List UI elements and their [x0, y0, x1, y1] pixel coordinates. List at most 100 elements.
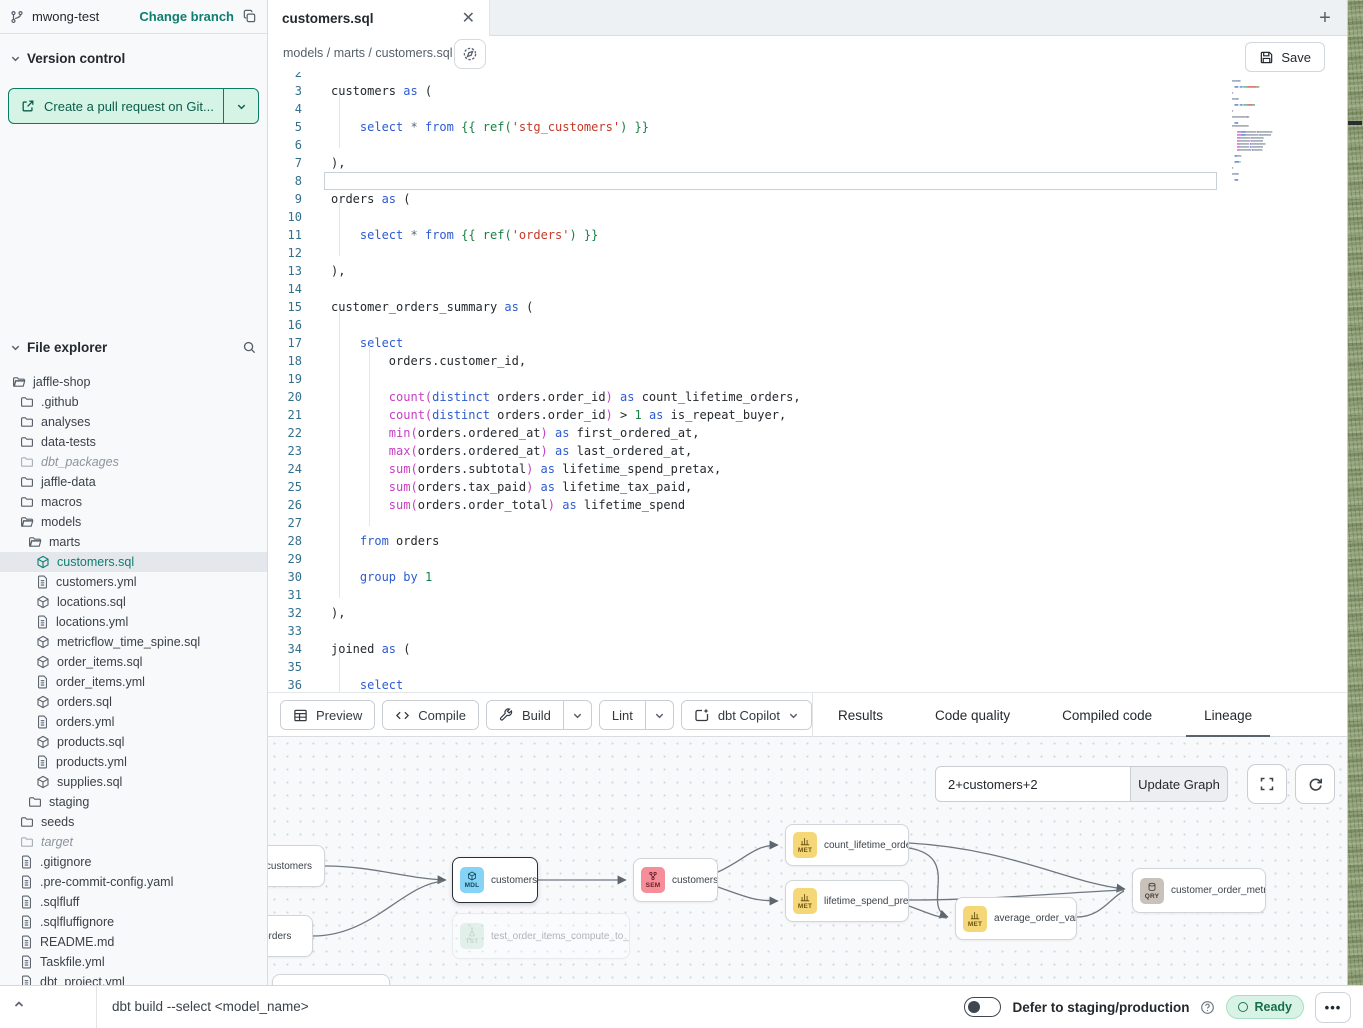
code-line-28[interactable]: 28 from orders — [268, 532, 1345, 550]
code-line-12[interactable]: 12 — [268, 244, 1345, 262]
file-item-marts[interactable]: marts — [0, 532, 267, 552]
code-line-11[interactable]: 11 select * from {{ ref('orders') }} — [268, 226, 1345, 244]
lineage-node-test_order_items_compute_to_bools...[interactable]: TSTtest_order_items_compute_to_bools... — [452, 913, 630, 959]
file-item-models[interactable]: models — [0, 512, 267, 532]
file-item-metricflow_time_spine.sql[interactable]: metricflow_time_spine.sql — [0, 632, 267, 652]
help-icon[interactable] — [1200, 1000, 1215, 1015]
lineage-node-customers[interactable]: MDLcustomers — [452, 857, 538, 903]
file-item-data-tests[interactable]: data-tests — [0, 432, 267, 452]
node-explorer-button[interactable] — [454, 39, 486, 69]
code-line-7[interactable]: 7), — [268, 154, 1345, 172]
code-line-17[interactable]: 17 select — [268, 334, 1345, 352]
lineage-node-partial[interactable] — [272, 974, 390, 985]
file-item-target[interactable]: target — [0, 832, 267, 852]
build-dropdown-button[interactable] — [563, 701, 591, 729]
code-line-35[interactable]: 35 — [268, 658, 1345, 676]
file-item-supplies.sql[interactable]: supplies.sql — [0, 772, 267, 792]
file-item-locations.sql[interactable]: locations.sql — [0, 592, 267, 612]
file-item-seeds[interactable]: seeds — [0, 812, 267, 832]
file-item-.pre-commit-config.yaml[interactable]: .pre-commit-config.yaml — [0, 872, 267, 892]
change-branch-link[interactable]: Change branch — [139, 9, 234, 24]
lineage-selector-input[interactable] — [935, 766, 1130, 802]
code-line-31[interactable]: 31 — [268, 586, 1345, 604]
close-tab-icon[interactable]: ✕ — [462, 11, 475, 27]
code-line-22[interactable]: 22 min(orders.ordered_at) as first_order… — [268, 424, 1345, 442]
new-tab-button[interactable]: + — [1311, 4, 1339, 32]
copy-branch-icon[interactable] — [242, 9, 257, 24]
file-item-orders.yml[interactable]: orders.yml — [0, 712, 267, 732]
file-item-.sqlfluffignore[interactable]: .sqlfluffignore — [0, 912, 267, 932]
file-item-Taskfile.yml[interactable]: Taskfile.yml — [0, 952, 267, 972]
code-line-5[interactable]: 5 select * from {{ ref('stg_customers') … — [268, 118, 1345, 136]
code-line-21[interactable]: 21 count(distinct orders.order_id) > 1 a… — [268, 406, 1345, 424]
file-item-order_items.sql[interactable]: order_items.sql — [0, 652, 267, 672]
code-line-29[interactable]: 29 — [268, 550, 1345, 568]
version-control-header[interactable]: Version control — [0, 47, 267, 69]
pr-dropdown-button[interactable] — [223, 89, 258, 123]
file-item-order_items.yml[interactable]: order_items.yml — [0, 672, 267, 692]
code-line-6[interactable]: 6 — [268, 136, 1345, 154]
code-line-24[interactable]: 24 sum(orders.subtotal) as lifetime_spen… — [268, 460, 1345, 478]
lineage-node-stg_customers[interactable]: MDLstg_customers — [268, 845, 325, 887]
code-line-14[interactable]: 14 — [268, 280, 1345, 298]
file-item-products.sql[interactable]: products.sql — [0, 732, 267, 752]
code-line-20[interactable]: 20 count(distinct orders.order_id) as co… — [268, 388, 1345, 406]
code-line-26[interactable]: 26 sum(orders.order_total) as lifetime_s… — [268, 496, 1345, 514]
code-editor[interactable]: 23customers as (45 select * from {{ ref(… — [268, 72, 1345, 692]
tab-compiled-code[interactable]: Compiled code — [1052, 693, 1162, 738]
lineage-node-customers[interactable]: SEMcustomers — [633, 858, 718, 902]
file-item-customers.sql[interactable]: customers.sql — [0, 552, 267, 572]
file-item-jaffle-shop[interactable]: jaffle-shop — [0, 372, 267, 392]
code-line-36[interactable]: 36 select — [268, 676, 1345, 692]
file-item-.github[interactable]: .github — [0, 392, 267, 412]
save-button[interactable]: Save — [1245, 42, 1325, 72]
code-line-27[interactable]: 27 — [268, 514, 1345, 532]
file-item-dbt_project.yml[interactable]: dbt_project.yml — [0, 972, 267, 985]
file-item-dbt_packages[interactable]: dbt_packages — [0, 452, 267, 472]
code-line-30[interactable]: 30 group by 1 — [268, 568, 1345, 586]
file-item-customers.yml[interactable]: customers.yml — [0, 572, 267, 592]
expand-command-icon[interactable] — [12, 997, 26, 1011]
tab-code-quality[interactable]: Code quality — [925, 693, 1020, 738]
file-item-macros[interactable]: macros — [0, 492, 267, 512]
code-line-4[interactable]: 4 — [268, 100, 1345, 118]
lineage-node-lifetime_spend_pretax[interactable]: METlifetime_spend_pretax — [785, 880, 909, 922]
editor-minimap[interactable] — [1229, 74, 1309, 186]
code-line-13[interactable]: 13), — [268, 262, 1345, 280]
lineage-node-customer_order_metrics[interactable]: QRYcustomer_order_metrics — [1132, 868, 1266, 913]
tab-lineage[interactable]: Lineage — [1194, 693, 1262, 738]
code-line-8[interactable]: 8 — [268, 172, 1345, 190]
tab-results[interactable]: Results — [828, 693, 893, 738]
file-item-.gitignore[interactable]: .gitignore — [0, 852, 267, 872]
file-item-analyses[interactable]: analyses — [0, 412, 267, 432]
code-line-16[interactable]: 16 — [268, 316, 1345, 334]
update-graph-button[interactable]: Update Graph — [1130, 766, 1228, 802]
code-line-18[interactable]: 18 orders.customer_id, — [268, 352, 1345, 370]
lineage-node-average_order_value[interactable]: METaverage_order_value — [955, 897, 1077, 940]
code-line-34[interactable]: 34joined as ( — [268, 640, 1345, 658]
file-explorer-header[interactable]: File explorer — [0, 336, 267, 358]
create-pr-button[interactable]: Create a pull request on Git... — [8, 88, 259, 124]
file-item-orders.sql[interactable]: orders.sql — [0, 692, 267, 712]
file-item-products.yml[interactable]: products.yml — [0, 752, 267, 772]
file-item-locations.yml[interactable]: locations.yml — [0, 612, 267, 632]
more-options-button[interactable]: ••• — [1315, 992, 1351, 1023]
lint-button[interactable]: Lint — [600, 701, 645, 729]
command-input[interactable]: dbt build --select <model_name> — [112, 999, 309, 1014]
code-line-25[interactable]: 25 sum(orders.tax_paid) as lifetime_tax_… — [268, 478, 1345, 496]
search-icon[interactable] — [242, 340, 257, 355]
lint-dropdown-button[interactable] — [645, 701, 673, 729]
file-item-README.md[interactable]: README.md — [0, 932, 267, 952]
code-line-23[interactable]: 23 max(orders.ordered_at) as last_ordere… — [268, 442, 1345, 460]
code-line-3[interactable]: 3customers as ( — [268, 82, 1345, 100]
file-item-jaffle-data[interactable]: jaffle-data — [0, 472, 267, 492]
tab-customers-sql[interactable]: customers.sql ✕ — [268, 0, 490, 37]
lineage-node-orders[interactable]: MDLorders — [268, 915, 313, 957]
code-line-9[interactable]: 9orders as ( — [268, 190, 1345, 208]
code-line-10[interactable]: 10 — [268, 208, 1345, 226]
dbt-copilot-button[interactable]: dbt Copilot — [682, 701, 811, 729]
code-line-2[interactable]: 2 — [268, 72, 1345, 82]
code-line-19[interactable]: 19 — [268, 370, 1345, 388]
code-line-33[interactable]: 33 — [268, 622, 1345, 640]
refresh-button[interactable] — [1295, 764, 1335, 804]
